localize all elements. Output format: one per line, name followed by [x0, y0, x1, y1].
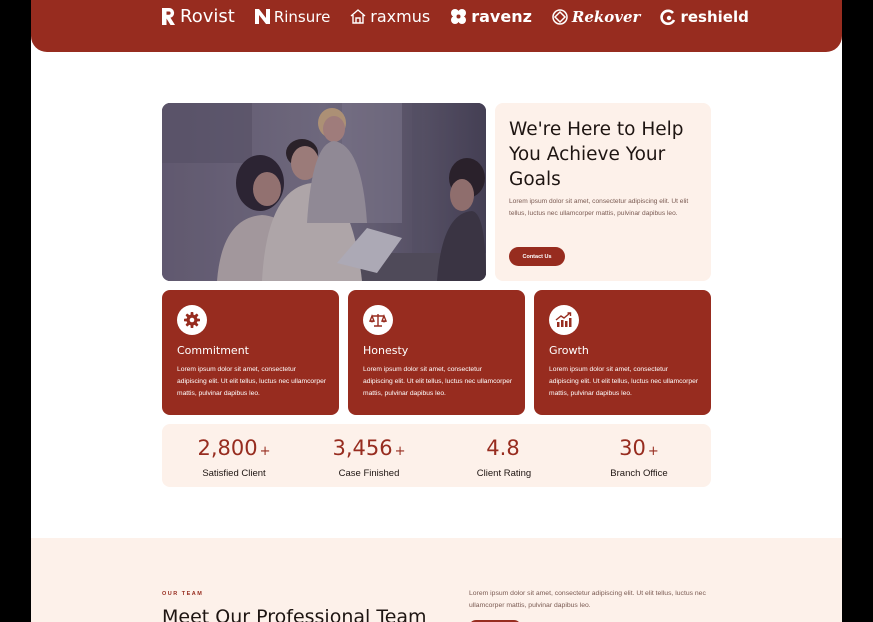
logo-raxmus[interactable]: raxmus [350, 7, 430, 26]
logo-raxmus-label: raxmus [370, 7, 431, 26]
help-text: Lorem ipsum dolor sit amet, consectetur … [509, 198, 689, 217]
clover-icon [450, 8, 467, 25]
page: Rovist Rinsure raxmus ravenz Rekover res… [31, 0, 842, 622]
stat-value: 2,800 + [197, 436, 271, 460]
value-text: Lorem ipsum dolor sit amet, consectetur … [177, 366, 327, 397]
team-section: OUR TEAM Meet Our Professional Team Lore… [31, 538, 842, 622]
stat-value: 3,456 + [332, 436, 406, 460]
value-card-commitment: Commitment Lorem ipsum dolor sit amet, c… [162, 290, 339, 415]
value-card-growth: Growth Lorem ipsum dolor sit amet, conse… [534, 290, 711, 415]
team-title: Meet Our Professional Team [162, 606, 427, 622]
logo-reshield-label: reshield [680, 7, 749, 26]
logo-reshield[interactable]: reshield [660, 7, 749, 26]
value-title: Commitment [177, 344, 249, 357]
stat-label: Satisfied Client [202, 468, 266, 479]
stat-label: Case Finished [338, 468, 400, 479]
stat-label: Client Rating [476, 468, 532, 479]
brand-logo-row: Rovist Rinsure raxmus ravenz Rekover res… [161, 6, 749, 27]
contact-us-button[interactable]: Contact Us [509, 247, 565, 266]
value-title: Honesty [363, 344, 409, 357]
stat-label: Branch Office [610, 468, 668, 479]
logo-rinsure-label: Rinsure [273, 7, 331, 26]
logo-rekover[interactable]: Rekover [552, 7, 641, 26]
help-title: We're Here to Help You Achieve Your Goal… [509, 119, 684, 190]
logo-rekover-label: Rekover [571, 7, 641, 26]
logo-rinsure[interactable]: Rinsure [254, 7, 331, 26]
n-mark-icon [254, 9, 270, 24]
house-icon [350, 9, 366, 24]
stat-branch-office: 30 + Branch Office [574, 436, 704, 479]
diamond-knot-icon [552, 8, 568, 25]
c-swirl-icon [660, 9, 676, 25]
team-eyebrow: OUR TEAM [162, 591, 204, 597]
gear-icon [177, 305, 207, 335]
stats-bar: 2,800 + Satisfied Client 3,456 + Case Fini… [162, 424, 711, 487]
logo-rovist[interactable]: Rovist [161, 6, 235, 27]
help-card: We're Here to Help You Achieve Your Goal… [495, 103, 711, 281]
team-text: Lorem ipsum dolor sit amet, consectetur … [469, 590, 706, 609]
stat-case-finished: 3,456 + Case Finished [304, 436, 434, 479]
value-title: Growth [549, 344, 589, 357]
value-text: Lorem ipsum dolor sit amet, consectetur … [549, 366, 699, 397]
office-team-meeting-photo [162, 103, 486, 281]
stat-client-rating: 4.8 Client Rating [439, 436, 569, 479]
stat-value: 4.8 [486, 436, 520, 460]
stat-value: 30 + [619, 436, 659, 460]
value-text: Lorem ipsum dolor sit amet, consectetur … [363, 366, 513, 397]
brand-logo-band: Rovist Rinsure raxmus ravenz Rekover res… [31, 0, 842, 52]
logo-ravenz-label: ravenz [471, 7, 532, 26]
stat-satisfied-client: 2,800 + Satisfied Client [169, 436, 299, 479]
value-card-honesty: Honesty Lorem ipsum dolor sit amet, cons… [348, 290, 525, 415]
logo-ravenz[interactable]: ravenz [450, 7, 532, 26]
scale-icon [363, 305, 393, 335]
photo-illustration [162, 103, 486, 281]
r-mark-icon [161, 8, 176, 25]
logo-rovist-label: Rovist [180, 6, 235, 27]
growth-chart-icon [549, 305, 579, 335]
